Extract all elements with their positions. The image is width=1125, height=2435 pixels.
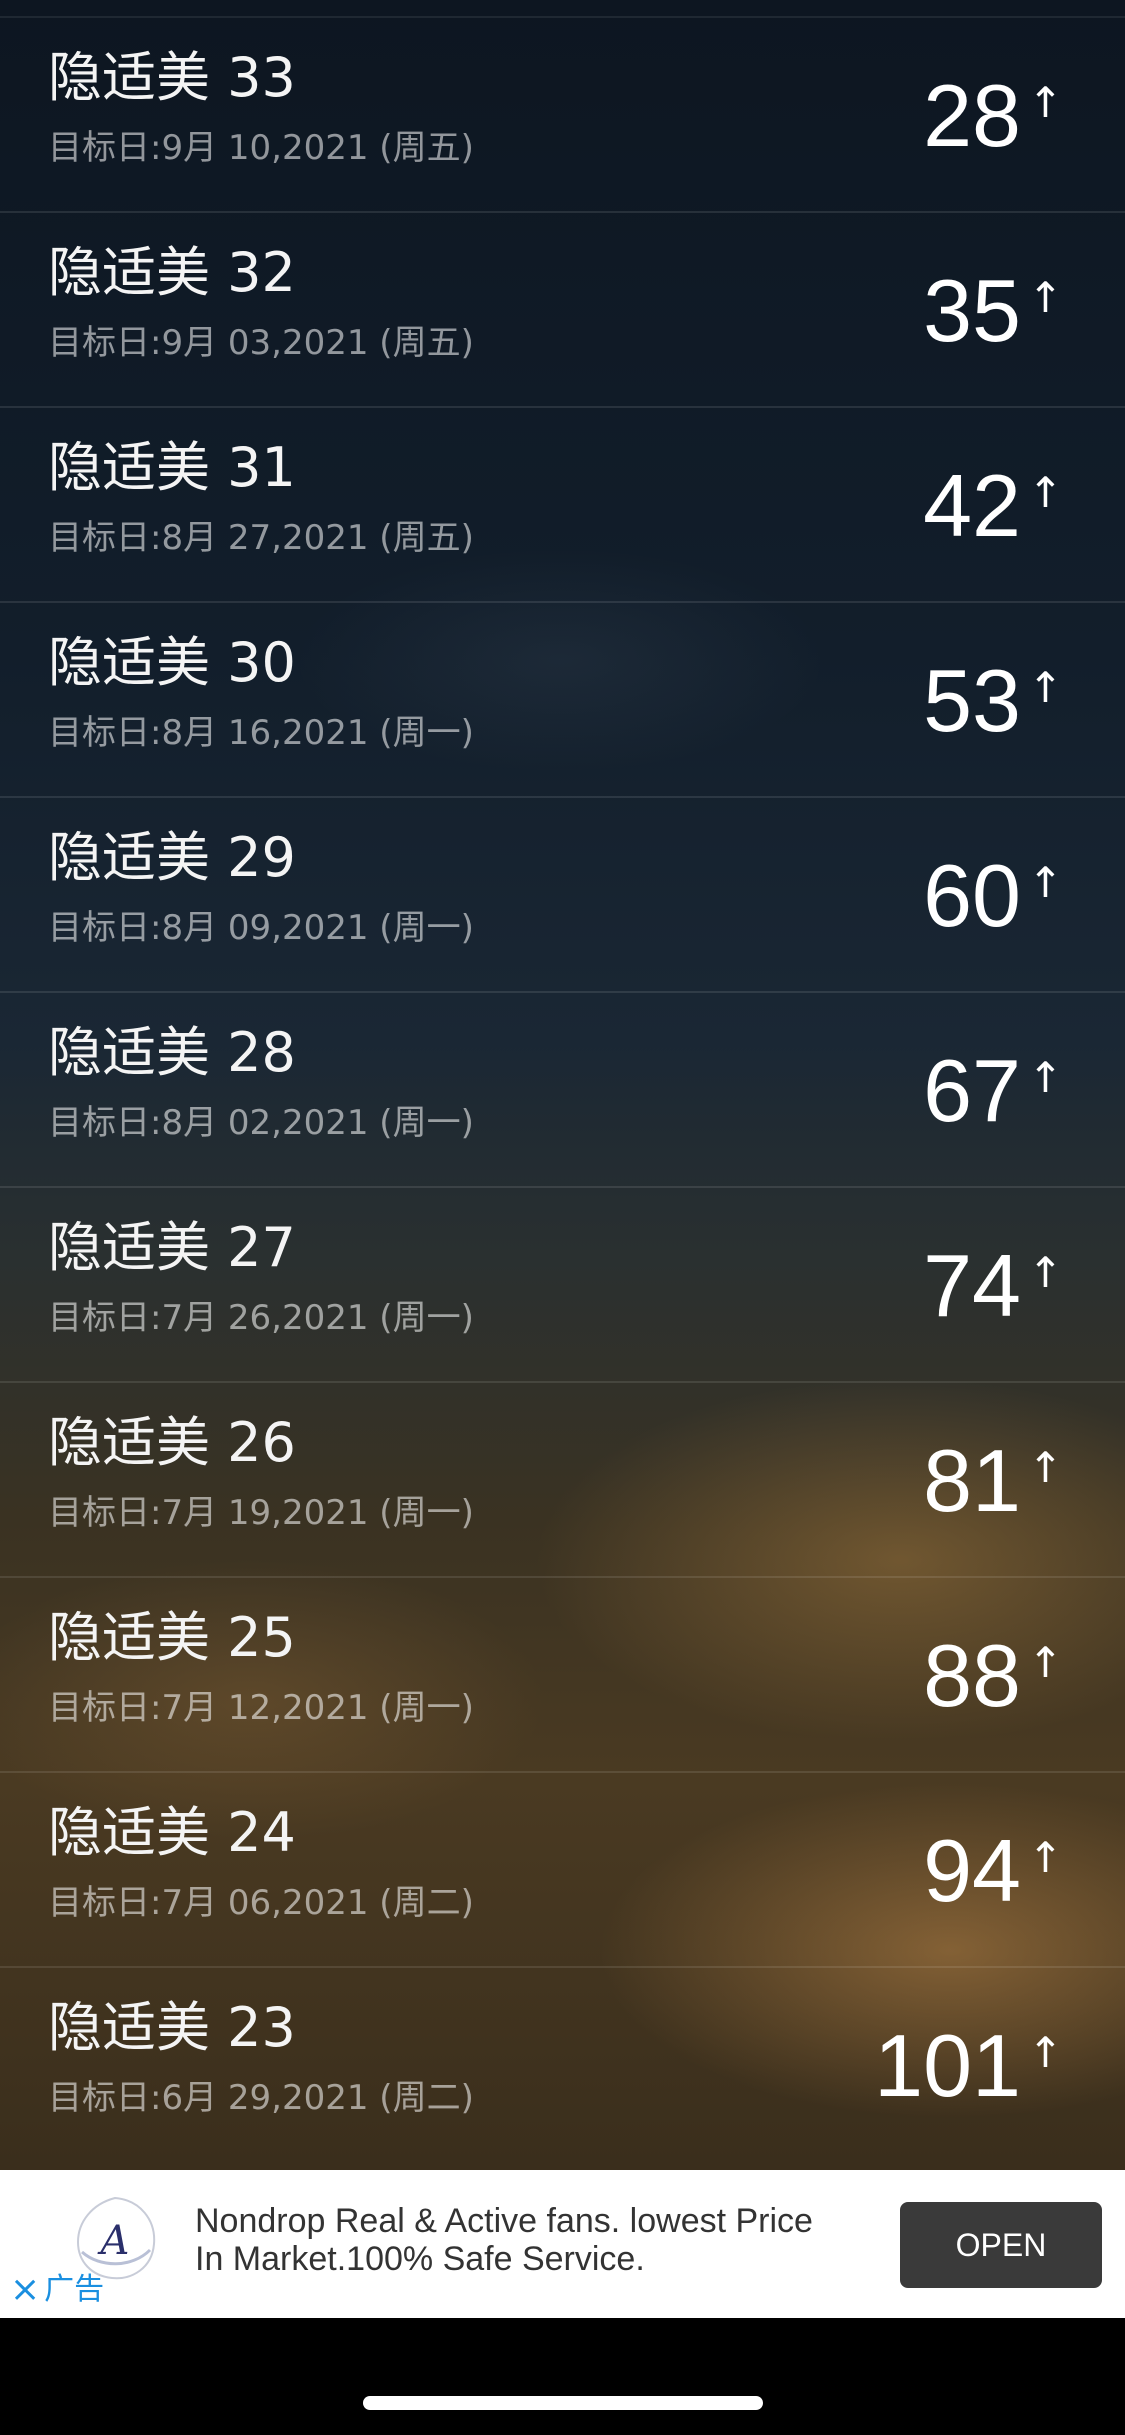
ad-logo-letter: A [97, 2218, 130, 2264]
item-title: 隐适美 24 [48, 1801, 296, 1864]
item-count: 88 [923, 1626, 1021, 1725]
item-count: 101 [874, 2016, 1021, 2115]
arrow-up-icon: ↑ [1027, 1833, 1063, 1882]
item-target-date: 目标日:8月 27,2021 (周五) [48, 518, 474, 558]
item-target-date: 目标日:7月 12,2021 (周一) [48, 1688, 474, 1728]
item-title: 隐适美 26 [48, 1411, 296, 1474]
ad-text[interactable]: Nondrop Real & Active fans. lowest Price… [195, 2202, 835, 2278]
ad-banner[interactable]: A Nondrop Real & Active fans. lowest Pri… [0, 2170, 1125, 2318]
list-item[interactable]: 隐适美 25 目标日:7月 12,2021 (周一) 88 ↑ [0, 1578, 1125, 1773]
item-count: 94 [923, 1821, 1021, 1920]
item-count: 53 [923, 651, 1021, 750]
list-item[interactable]: 隐适美 33 目标日:9月 10,2021 (周五) 28 ↑ [0, 18, 1125, 213]
item-count: 35 [923, 261, 1021, 360]
item-target-date: 目标日:9月 10,2021 (周五) [48, 128, 474, 168]
arrow-up-icon: ↑ [1027, 1248, 1063, 1297]
arrow-up-icon: ↑ [1027, 858, 1063, 907]
item-target-date: 目标日:7月 06,2021 (周二) [48, 1883, 474, 1923]
item-title: 隐适美 27 [48, 1216, 296, 1279]
list-item[interactable]: 隐适美 26 目标日:7月 19,2021 (周一) 81 ↑ [0, 1383, 1125, 1578]
item-target-date: 目标日:9月 03,2021 (周五) [48, 323, 474, 363]
close-icon[interactable]: × [10, 2270, 40, 2310]
item-title: 隐适美 23 [48, 1996, 296, 2059]
item-title: 隐适美 28 [48, 1021, 296, 1084]
arrow-up-icon: ↑ [1027, 1053, 1063, 1102]
list-item[interactable]: 隐适美 24 目标日:7月 06,2021 (周二) 94 ↑ [0, 1773, 1125, 1968]
list-item[interactable]: 隐适美 31 目标日:8月 27,2021 (周五) 42 ↑ [0, 408, 1125, 603]
item-count: 67 [923, 1041, 1021, 1140]
list-item[interactable]: 隐适美 30 目标日:8月 16,2021 (周一) 53 ↑ [0, 603, 1125, 798]
arrow-up-icon: ↑ [1027, 1443, 1063, 1492]
item-title: 隐适美 25 [48, 1606, 296, 1669]
bottom-safe-area [0, 2318, 1125, 2435]
item-count: 74 [923, 1236, 1021, 1335]
item-title: 隐适美 29 [48, 826, 296, 889]
ad-close-button[interactable]: × 广告 [10, 2270, 104, 2310]
arrow-up-icon: ↑ [1027, 1638, 1063, 1687]
item-title: 隐适美 30 [48, 631, 296, 694]
item-target-date: 目标日:8月 16,2021 (周一) [48, 713, 474, 753]
item-title: 隐适美 31 [48, 436, 296, 499]
item-title: 隐适美 32 [48, 241, 296, 304]
item-target-date: 目标日:7月 19,2021 (周一) [48, 1493, 474, 1533]
item-target-date: 目标日:6月 29,2021 (周二) [48, 2078, 474, 2118]
list-item[interactable]: 隐适美 27 目标日:7月 26,2021 (周一) 74 ↑ [0, 1188, 1125, 1383]
ad-open-button[interactable]: OPEN [900, 2202, 1102, 2288]
item-title: 隐适美 33 [48, 46, 296, 109]
list-item[interactable]: 隐适美 29 目标日:8月 09,2021 (周一) 60 ↑ [0, 798, 1125, 993]
list-item[interactable]: 隐适美 28 目标日:8月 02,2021 (周一) 67 ↑ [0, 993, 1125, 1188]
item-count: 28 [923, 66, 1021, 165]
item-target-date: 目标日:8月 09,2021 (周一) [48, 908, 474, 948]
item-count: 81 [923, 1431, 1021, 1530]
arrow-up-icon: ↑ [1027, 273, 1063, 322]
item-target-date: 目标日:7月 26,2021 (周一) [48, 1298, 474, 1338]
arrow-up-icon: ↑ [1027, 468, 1063, 517]
list-item[interactable]: 隐适美 32 目标日:9月 03,2021 (周五) 35 ↑ [0, 213, 1125, 408]
item-count: 42 [923, 456, 1021, 555]
item-target-date: 目标日:8月 02,2021 (周一) [48, 1103, 474, 1143]
item-count: 60 [923, 846, 1021, 945]
home-indicator[interactable] [363, 2396, 763, 2410]
arrow-up-icon: ↑ [1027, 2028, 1063, 2077]
ad-label: 广告 [44, 2272, 105, 2307]
arrow-up-icon: ↑ [1027, 78, 1063, 127]
list-item[interactable]: 隐适美 23 目标日:6月 29,2021 (周二) 101 ↑ [0, 1968, 1125, 2163]
arrow-up-icon: ↑ [1027, 663, 1063, 712]
